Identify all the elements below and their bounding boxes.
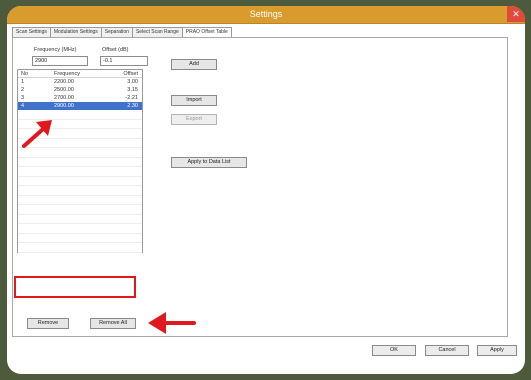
- table-row[interactable]: 3 2700.00 -2.21: [18, 94, 142, 102]
- empty-row: [18, 158, 142, 167]
- table-row[interactable]: 2 2500.00 3.15: [18, 86, 142, 94]
- close-button[interactable]: ✕: [507, 6, 525, 22]
- column-header-offset: Offset: [123, 71, 138, 77]
- empty-row: [18, 177, 142, 186]
- tab-strip: Scan Settings Modulation Settings Separa…: [12, 27, 232, 37]
- title-bar: Settings ✕: [7, 6, 525, 24]
- empty-row: [18, 215, 142, 224]
- cell-no: 4: [21, 103, 25, 109]
- frequency-input[interactable]: 2900: [32, 56, 88, 66]
- table-row-selected[interactable]: 4 2900.00 2.30: [18, 102, 142, 110]
- empty-row: [18, 186, 142, 196]
- ok-button[interactable]: OK: [372, 345, 416, 356]
- cell-offset: -2.21: [125, 95, 138, 101]
- cell-frequency: 2900.00: [54, 103, 74, 109]
- window-title: Settings: [249, 9, 283, 19]
- empty-row: [18, 243, 142, 253]
- cell-frequency: 2500.00: [54, 87, 74, 93]
- offset-input[interactable]: -0.1: [100, 56, 148, 66]
- remove-button[interactable]: Remove: [27, 318, 69, 329]
- table-header: No Frequency Offset: [18, 70, 142, 78]
- cancel-button[interactable]: Cancel: [425, 345, 469, 356]
- cell-no: 2: [21, 87, 25, 93]
- empty-row: [18, 196, 142, 205]
- cell-offset: 3.15: [127, 87, 138, 93]
- column-header-no: No: [21, 71, 29, 77]
- table-row[interactable]: 1 2200.00 3.00: [18, 78, 142, 86]
- annotation-highlight-box: [14, 276, 136, 298]
- tab-select-scan-range[interactable]: Select Scan Range: [131, 27, 183, 37]
- tab-modulation-settings[interactable]: Modulation Settings: [49, 27, 102, 37]
- offset-label: Offset (dB): [102, 47, 129, 53]
- cell-frequency: 2700.00: [54, 95, 74, 101]
- annotation-arrow-left-icon: [148, 312, 196, 334]
- cell-offset: 2.30: [127, 103, 138, 109]
- offset-table[interactable]: No Frequency Offset 1 2200.00 3.00 2 250…: [17, 69, 143, 253]
- cell-frequency: 2200.00: [54, 79, 74, 85]
- export-button[interactable]: Export: [171, 114, 217, 125]
- empty-row: [18, 234, 142, 243]
- frequency-label: Frequency (MHz): [34, 47, 77, 53]
- remove-all-button[interactable]: Remove All: [90, 318, 136, 329]
- tab-prao-offset-table[interactable]: PRAO Offset Table: [181, 27, 232, 37]
- empty-row: [18, 205, 142, 215]
- add-button[interactable]: Add: [171, 59, 217, 70]
- cell-no: 1: [21, 79, 25, 85]
- column-header-frequency: Frequency: [54, 71, 80, 77]
- cell-offset: 3.00: [127, 79, 138, 85]
- import-button[interactable]: Import: [171, 95, 217, 106]
- empty-row: [18, 167, 142, 177]
- empty-row: [18, 224, 142, 234]
- apply-to-data-list-button[interactable]: Apply to Data List: [171, 157, 247, 168]
- tab-separation[interactable]: Separation: [100, 27, 133, 37]
- apply-button[interactable]: Apply: [477, 345, 517, 356]
- tab-scan-settings[interactable]: Scan Settings: [12, 27, 51, 37]
- cell-no: 3: [21, 95, 25, 101]
- annotation-arrow-icon: [22, 120, 52, 148]
